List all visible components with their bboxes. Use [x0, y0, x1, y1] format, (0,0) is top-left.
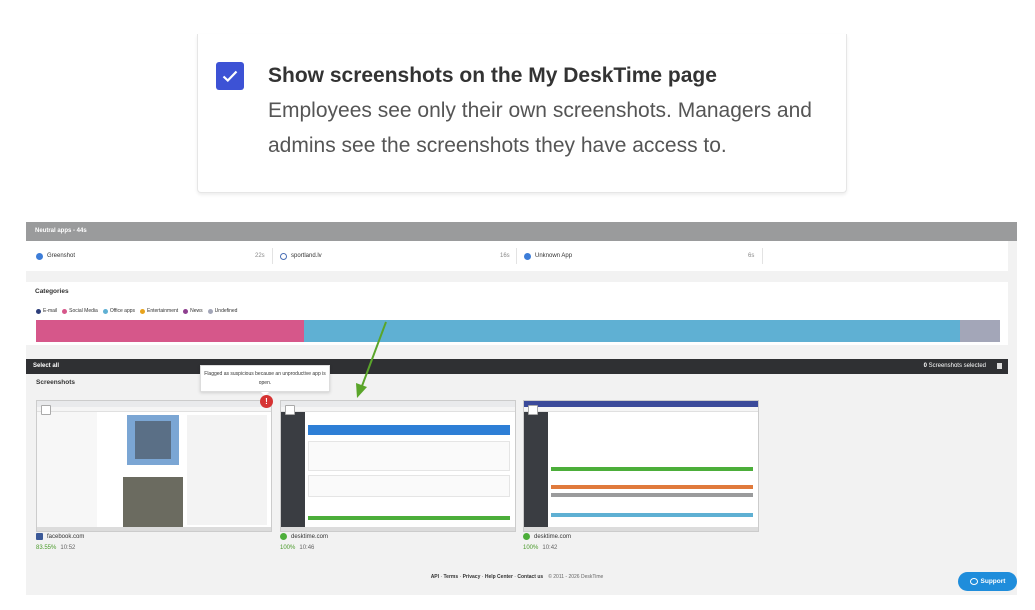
screenshot-checkbox[interactable]: [528, 405, 538, 415]
annotation-arrow-shaft: [361, 321, 387, 387]
screenshot-checkbox[interactable]: [285, 405, 295, 415]
screenshot-checkbox[interactable]: [41, 405, 51, 415]
support-button[interactable]: Support: [958, 572, 1017, 591]
chat-bubble-icon: [969, 578, 978, 585]
annotation-arrow-layer: [356, 321, 387, 398]
support-label: Support: [980, 578, 1006, 585]
warning-icon: !: [260, 395, 273, 408]
annotation-arrow-head: [356, 383, 367, 398]
